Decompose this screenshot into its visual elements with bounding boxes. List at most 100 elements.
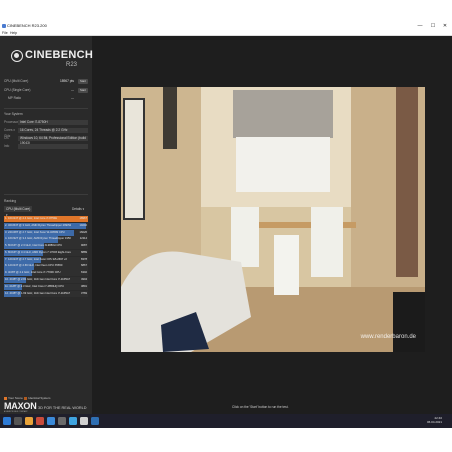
ranking-score: 9087 — [81, 244, 87, 248]
ranking-row[interactable]: 5. 8C/16T @ 2.3 GHz, Intel Core i9-9880H… — [4, 243, 88, 250]
ranking-name: 6. 8C/16T @ 3.4 GHz, AMD Ryzen 7 1700X E… — [5, 250, 71, 254]
test-label: CPU (Multi Core) — [4, 79, 29, 83]
app-window: CINEBENCH R23.200 — ☐ ✕ File Help CINEBE… — [0, 22, 452, 414]
ranking-list: 1. 16C/24T @ 2.4 GHz, Intel Core i7-8750… — [4, 216, 88, 297]
test-row-ratio: MP Ratio --- — [4, 95, 88, 102]
ranking-row[interactable]: 7. 12C/24T @ 2.7 GHz, Intel Xeon CPU E5-… — [4, 256, 88, 263]
title-bar: CINEBENCH R23.200 — ☐ ✕ — [0, 22, 452, 30]
ranking-name: 12. 4C/8T @ 1.69 GHz, 11th Gen Intel Cor… — [5, 291, 71, 295]
ranking-score: 3769 — [81, 291, 87, 295]
cinebench-taskbar-icon[interactable] — [80, 416, 88, 425]
browser-icon[interactable] — [36, 416, 44, 425]
logo-name: CINEBENCH — [25, 49, 94, 61]
test-label: CPU (Single Core) — [4, 88, 31, 92]
test-row-multi: CPU (Multi Core) 18967 pts Start — [4, 78, 88, 85]
ranking-row[interactable]: 6. 8C/16T @ 3.4 GHz, AMD Ryzen 7 1700X E… — [4, 249, 88, 257]
details-label: Details — [72, 207, 82, 211]
ranking-score: 4904 — [81, 278, 87, 282]
ranking-score: 3891 — [81, 284, 87, 288]
ranking-name: 1. 16C/24T @ 2.4 GHz, Intel Core i7-8750… — [5, 217, 58, 220]
ranking-name: 8. 12C/24T @ 2.66 GHz, Intel Xeon CPU X5… — [5, 264, 63, 268]
start-multi-button[interactable]: Start — [78, 79, 88, 84]
ranking-score: 8889 — [81, 250, 87, 254]
system-value: Intel Core i7-8750H — [18, 119, 88, 125]
divider — [4, 194, 88, 195]
mail-icon[interactable] — [91, 416, 99, 425]
ranking-row[interactable]: 3. 24C/48T @ 2.7 GHz, Intel Xeon W-3265M… — [4, 229, 88, 236]
clock-date: 06.04.2021 — [426, 420, 442, 424]
system-label: Info — [4, 144, 10, 148]
maximize-button[interactable]: ☐ — [427, 22, 439, 30]
search-icon[interactable] — [14, 416, 22, 425]
maxon-logo: MAXON A NEMETSCHEK COMPANY — [4, 401, 37, 413]
system-label: Processor — [4, 120, 19, 124]
system-value: Windows 10, 64 Bit, Professional Edition… — [18, 135, 88, 145]
ranking-row[interactable]: 4. 16C/32T @ 3.4 GHz, AMD Ryzen Threadri… — [4, 236, 88, 243]
ranking-row[interactable]: 10. 4C/8T @ 2.81 GHz, 11th Gen Intel Cor… — [4, 277, 88, 284]
ranking-row[interactable]: 2. 32C/64T @ 3 GHz, AMD Ryzen Threadripp… — [4, 222, 88, 229]
ranking-score: 12114 — [79, 237, 87, 241]
app-icon — [2, 24, 6, 28]
folder-icon[interactable] — [25, 416, 33, 425]
maxon-name: MAXON — [4, 401, 37, 411]
system-row: Processor Intel Core i7-8750H — [4, 119, 88, 125]
ranking-name: 10. 4C/8T @ 2.81 GHz, 11th Gen Intel Cor… — [5, 278, 71, 282]
ranking-name: 3. 24C/48T @ 2.7 GHz, Intel Xeon W-3265M… — [5, 230, 65, 234]
test-value: --- — [70, 96, 74, 100]
ranking-score: 8378 — [81, 257, 87, 261]
ranking-name: 7. 12C/24T @ 2.7 GHz, Intel Xeon CPU E5-… — [5, 257, 67, 261]
render-preview: www.renderbaron.de — [121, 87, 425, 352]
render-image — [121, 87, 425, 352]
ranking-name: 5. 8C/16T @ 2.3 GHz, Intel Core i9-9880H… — [5, 244, 63, 248]
app-icon-taskbar[interactable] — [58, 416, 66, 425]
ranking-title: Ranking — [4, 199, 17, 203]
system-title: Your System — [4, 112, 23, 116]
system-value: 16 Cores, 24 Threads @ 2.2 GHz — [18, 127, 88, 133]
ranking-select-value: CPU (Multi Core) — [6, 207, 31, 211]
legend-your-score: Your Score — [8, 396, 23, 400]
taskbar: 22:40 06.04.2021 — [0, 414, 452, 428]
ranking-name: 2. 32C/64T @ 3 GHz, AMD Ryzen Threadripp… — [5, 223, 71, 227]
ranking-row[interactable]: 8. 12C/24T @ 2.66 GHz, Intel Xeon CPU X5… — [4, 263, 88, 270]
ranking-select[interactable]: CPU (Multi Core) ▾ — [4, 206, 32, 217]
divider — [4, 108, 88, 109]
ranking-name: 4. 16C/32T @ 3.4 GHz, AMD Ryzen Threadri… — [5, 237, 71, 241]
identical-system-swatch — [24, 396, 28, 400]
test-label: MP Ratio — [8, 96, 22, 100]
ranking-row[interactable]: 12. 4C/8T @ 1.69 GHz, 11th Gen Intel Cor… — [4, 290, 88, 297]
edge-icon[interactable] — [47, 416, 55, 425]
ranking-score: 6302 — [81, 271, 87, 275]
ranking-score: 6867 — [81, 264, 87, 268]
tagline: 3D FOR THE REAL WORLD — [38, 406, 87, 410]
maxon-sub: A NEMETSCHEK COMPANY — [4, 411, 28, 413]
sidebar: CINEBENCH R23 CPU (Multi Core) 18967 pts… — [0, 36, 94, 414]
system-tray: 22:40 06.04.2021 — [427, 416, 442, 424]
cinebench-logo-icon — [11, 50, 23, 62]
system-label: OS — [4, 136, 9, 140]
start-single-button[interactable]: Start — [78, 88, 88, 93]
system-row: Cores x GHz 16 Cores, 24 Threads @ 2.2 G… — [4, 127, 88, 138]
ranking-name: 9. 4C/8T @ 4.2 GHz, Intel Core i7-7700K … — [5, 271, 61, 275]
test-value: --- — [70, 88, 74, 92]
ranking-row[interactable]: 1. 16C/24T @ 2.4 GHz, Intel Core i7-8750… — [4, 216, 88, 223]
logo-version: R23 — [66, 62, 78, 68]
system-info-field[interactable] — [18, 143, 88, 149]
close-button[interactable]: ✕ — [439, 22, 451, 30]
ranking-name: 11. 4C/8T @ 2.3 GHz, Intel Core i7-4850H… — [5, 284, 64, 288]
legend-identical-system: Identical System — [28, 396, 51, 400]
ranking-row[interactable]: 9. 4C/8T @ 4.2 GHz, Intel Core i7-7700K … — [4, 270, 88, 277]
system-row: Info — [4, 143, 88, 149]
ranking-score: 16026 — [79, 230, 87, 234]
ranking-row[interactable]: 11. 4C/8T @ 2.3 GHz, Intel Core i7-4850H… — [4, 283, 88, 290]
ranking-score: 18967 — [79, 217, 87, 220]
render-watermark: www.renderbaron.de — [360, 334, 416, 340]
store-icon[interactable] — [69, 416, 77, 425]
start-icon[interactable] — [3, 416, 11, 425]
minimize-button[interactable]: — — [414, 22, 426, 30]
start-hint: Click on the 'Start' button to run the t… — [232, 405, 289, 409]
window-title: CINEBENCH R23.200 — [7, 23, 47, 28]
test-value: 18967 pts — [59, 79, 74, 83]
test-row-single: CPU (Single Core) --- Start — [4, 87, 88, 94]
ranking-details-button[interactable]: Details ▾ — [72, 206, 88, 212]
your-score-swatch — [4, 396, 7, 400]
